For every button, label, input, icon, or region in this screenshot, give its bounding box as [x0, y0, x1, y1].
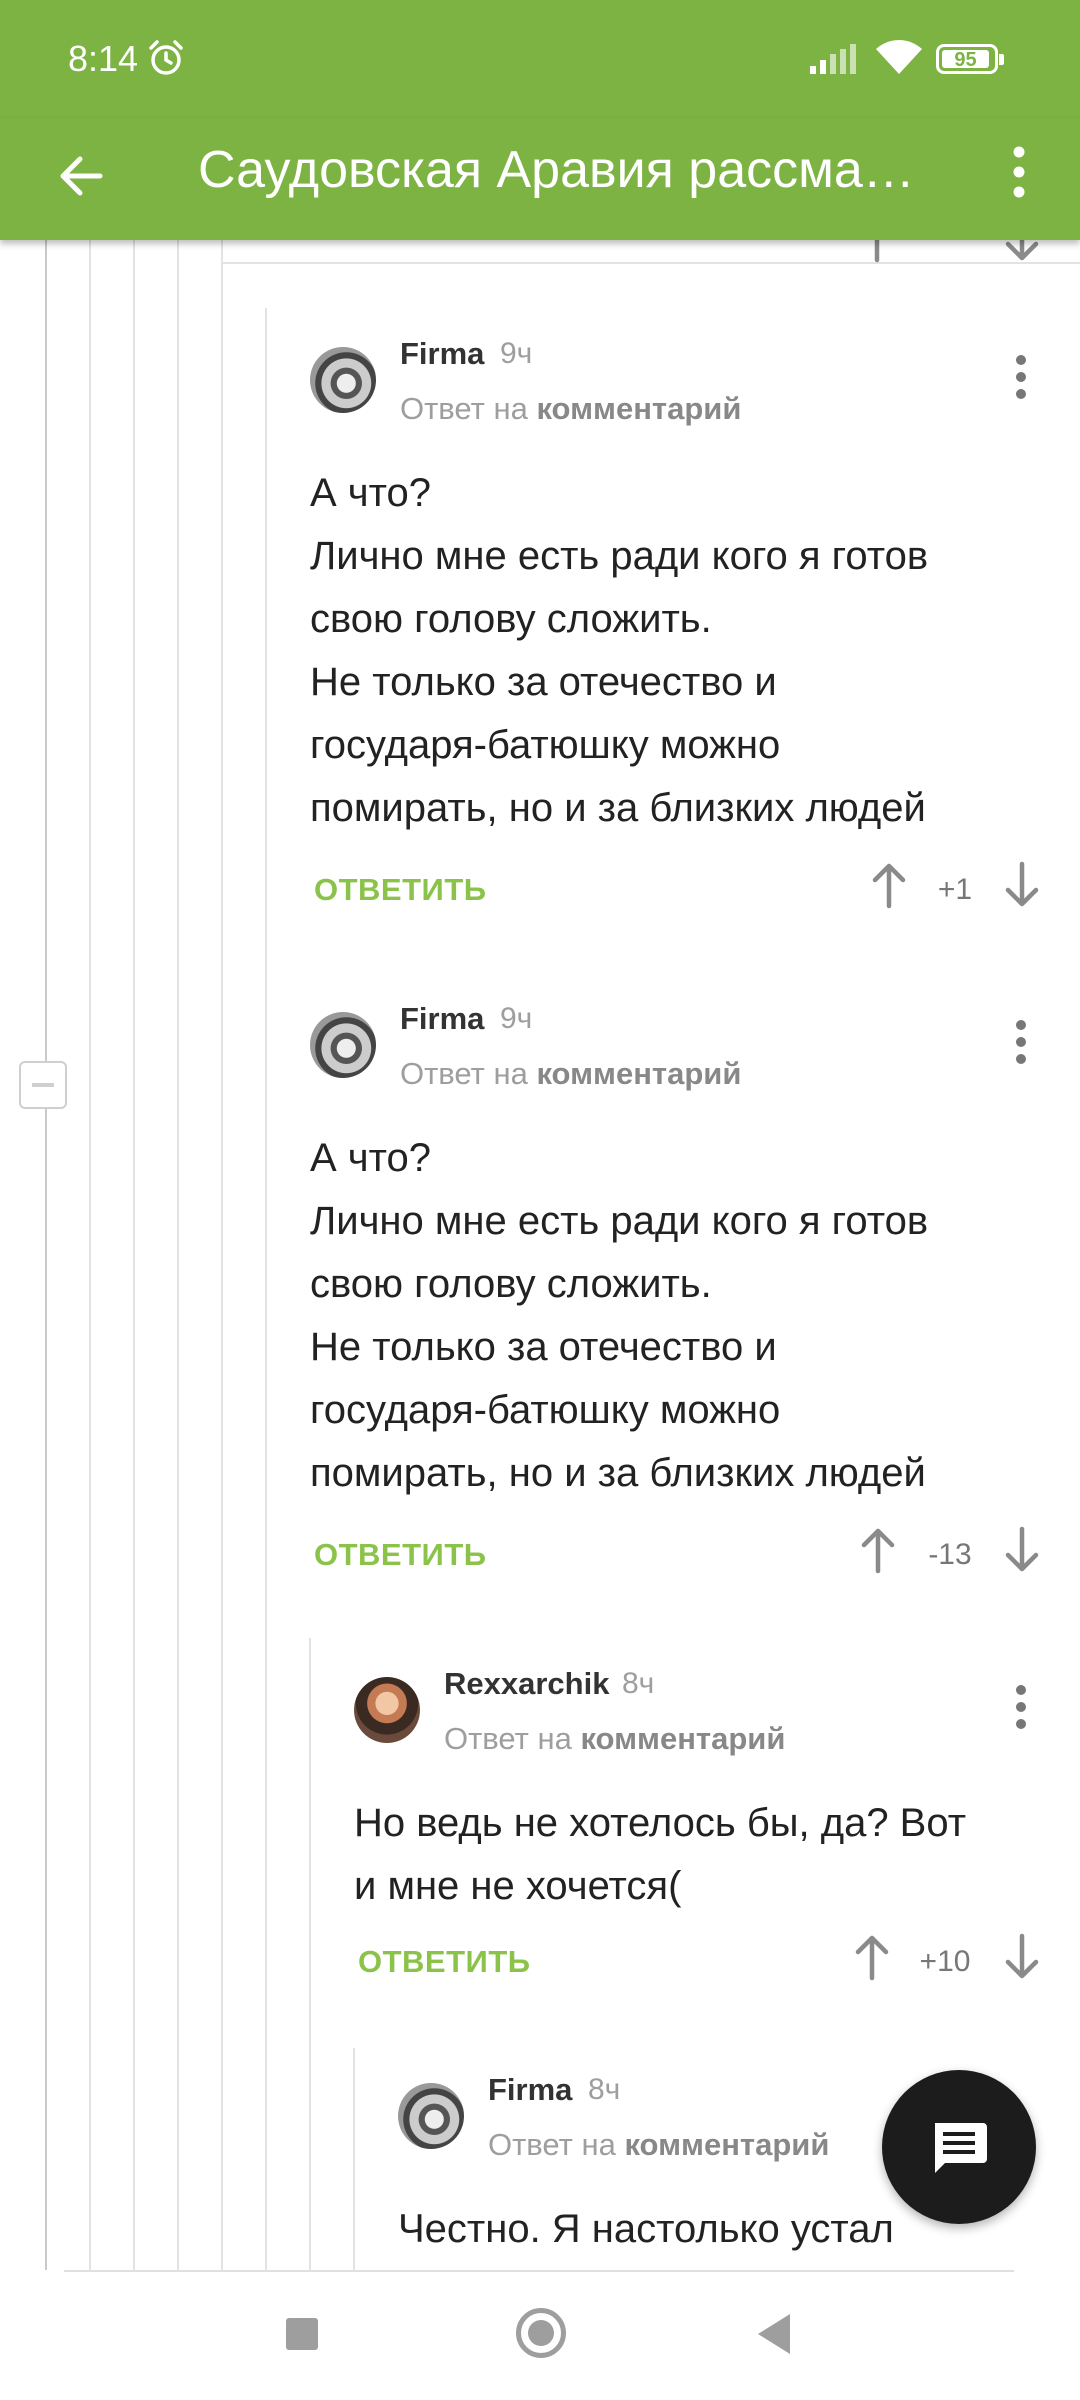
- avatar[interactable]: [310, 1012, 376, 1078]
- reply-prefix: Ответ на: [400, 391, 528, 426]
- vote-score: +1: [937, 873, 973, 906]
- more-vertical-icon[interactable]: [1006, 142, 1032, 202]
- vote-score: -13: [928, 1538, 972, 1571]
- comment-time: 9ч: [500, 337, 533, 370]
- status-bar: 8:14 95: [0, 0, 1080, 118]
- reply-link[interactable]: комментарий: [624, 2127, 829, 2162]
- comment-text: А что? Лично мне есть ради кого я готов …: [310, 1136, 929, 1495]
- reply-prefix: Ответ на: [444, 1721, 572, 1756]
- avatar[interactable]: [398, 2083, 464, 2149]
- reply-to[interactable]: Ответ на комментарий: [400, 391, 741, 427]
- vote-score: +10: [919, 1945, 971, 1978]
- reply-button[interactable]: ОТВЕТИТЬ: [358, 1944, 531, 1980]
- comment-time: 8ч: [588, 2073, 621, 2106]
- arrow-left-icon[interactable]: [52, 146, 112, 206]
- comments-list[interactable]: Firma 9ч Ответ на комментарий А что? Лич…: [0, 240, 1080, 2270]
- arrow-down-icon[interactable]: [1002, 1525, 1042, 1575]
- arrow-up-icon[interactable]: [869, 860, 909, 910]
- thread-line: [309, 1638, 311, 2270]
- comment-text: Честно. Я настолько устал: [398, 2207, 894, 2251]
- comment-author[interactable]: Firma: [400, 336, 484, 372]
- comment-fab-button[interactable]: [882, 2070, 1036, 2224]
- thread-line: [353, 2048, 355, 2270]
- system-nav-bar: [0, 2270, 1080, 2400]
- more-vertical-icon[interactable]: [1009, 1682, 1033, 1732]
- reply-link[interactable]: комментарий: [536, 1056, 741, 1091]
- thread-line: [45, 240, 47, 2270]
- arrow-up-icon[interactable]: [858, 1525, 898, 1575]
- avatar[interactable]: [310, 347, 376, 413]
- divider: [64, 2270, 1014, 2272]
- signal-icon: [810, 44, 856, 74]
- comment-author[interactable]: Rexxarchik: [444, 1666, 609, 1702]
- thread-line: [221, 240, 223, 2270]
- reply-to[interactable]: Ответ на комментарий: [488, 2127, 829, 2163]
- wifi-icon: [876, 40, 922, 74]
- arrow-down-icon[interactable]: [1002, 240, 1042, 264]
- home-button[interactable]: [516, 2308, 566, 2358]
- avatar[interactable]: [354, 1677, 420, 1743]
- collapse-thread-button[interactable]: [19, 1061, 67, 1109]
- comment-text: А что? Лично мне есть ради кого я готов …: [310, 471, 929, 830]
- back-button[interactable]: [758, 2314, 790, 2354]
- arrow-up-icon[interactable]: [857, 240, 897, 264]
- comment-author[interactable]: Firma: [488, 2072, 572, 2108]
- battery-icon: 95: [936, 44, 1004, 74]
- divider: [221, 262, 1080, 264]
- thread-line: [177, 240, 179, 2270]
- reply-to[interactable]: Ответ на комментарий: [444, 1721, 785, 1757]
- reply-button[interactable]: ОТВЕТИТЬ: [314, 1537, 487, 1573]
- arrow-up-icon[interactable]: [852, 1932, 892, 1982]
- comment-time: 8ч: [622, 1667, 655, 1700]
- reply-prefix: Ответ на: [488, 2127, 616, 2162]
- comment-icon: [935, 2123, 987, 2173]
- page-title: Саудовская Аравия рассма…: [198, 141, 915, 199]
- battery-level: 95: [942, 50, 989, 70]
- alarm-icon: [149, 40, 183, 75]
- comment-text: Но ведь не хотелось бы, да? Вот и мне не…: [354, 1801, 967, 1908]
- arrow-down-icon[interactable]: [1002, 860, 1042, 910]
- reply-button[interactable]: ОТВЕТИТЬ: [314, 872, 487, 908]
- comment-time: 9ч: [500, 1002, 533, 1035]
- more-vertical-icon[interactable]: [1009, 352, 1033, 402]
- reply-link[interactable]: комментарий: [536, 391, 741, 426]
- more-vertical-icon[interactable]: [1009, 1017, 1033, 1067]
- reply-link[interactable]: комментарий: [580, 1721, 785, 1756]
- thread-line: [133, 240, 135, 2270]
- reply-to[interactable]: Ответ на комментарий: [400, 1056, 741, 1092]
- reply-prefix: Ответ на: [400, 1056, 528, 1091]
- comment-author[interactable]: Firma: [400, 1001, 484, 1037]
- thread-line: [89, 240, 91, 2270]
- thread-line: [265, 308, 267, 2270]
- recents-button[interactable]: [286, 2318, 318, 2350]
- arrow-down-icon[interactable]: [1002, 1932, 1042, 1982]
- app-bar: Саудовская Аравия рассма…: [0, 118, 1080, 240]
- status-time: 8:14: [68, 38, 139, 79]
